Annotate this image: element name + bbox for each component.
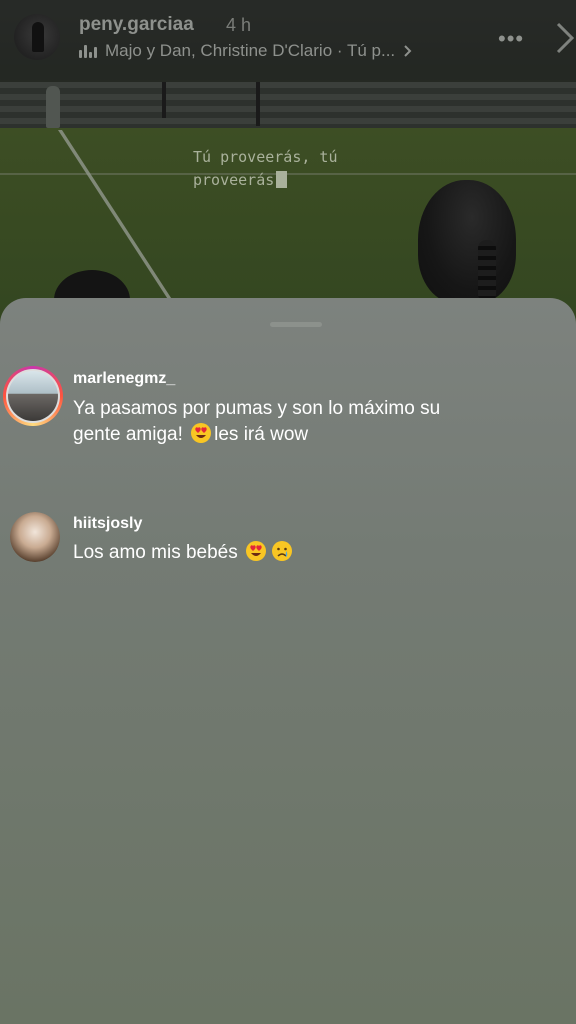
comment-username[interactable]: hiitsjosly [73,515,142,533]
heart-eyes-emoji [246,541,267,561]
story-username[interactable]: peny.garciaa [79,14,194,36]
commenter-avatar[interactable] [3,366,63,426]
crying-face-emoji [272,541,293,561]
chevron-right-icon [404,45,412,57]
comment-username[interactable]: marlenegmz_ [73,370,175,388]
next-story-chevron-icon[interactable] [552,20,576,56]
commenter-avatar[interactable] [10,512,60,562]
stadium-stands [0,82,576,130]
child-braid [478,240,496,302]
avatar-photo [8,371,58,421]
comment-text: Los amo mis bebés [73,540,553,566]
more-options-icon[interactable]: ••• [498,26,528,51]
stadium-post [256,82,260,126]
comment-text: Ya pasamos por pumas y son lo máximo su … [73,396,553,448]
stadium-post [162,82,166,118]
avatar-photo [10,512,60,562]
music-label: Majo y Dan, Christine D'Clario · Tú p... [105,41,396,60]
profile-avatar[interactable] [14,14,60,60]
story-timestamp: 4 h [226,15,252,35]
child-head [418,180,516,304]
heart-eyes-emoji [191,423,212,443]
text-cursor [276,171,288,188]
sheet-drag-handle[interactable] [270,322,322,327]
person-silhouette [46,86,60,128]
comment-text-line: gente amiga! les irá wow [73,423,309,445]
music-bars-icon [79,44,97,58]
story-caption: Tú proveerás, tú proveerás [193,148,338,189]
comment-text-line: Ya pasamos por pumas y son lo máximo su [73,398,441,419]
music-attribution[interactable]: Majo y Dan, Christine D'Clario · Tú p... [79,40,479,62]
story-header: peny.garciaa 4 h Majo y Dan, Christine D… [0,0,576,82]
